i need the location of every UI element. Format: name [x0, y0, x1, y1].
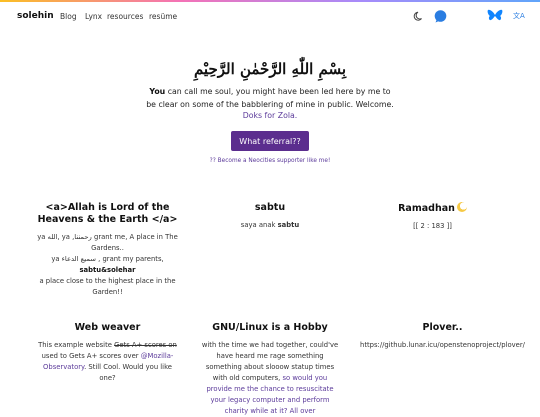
- card-allah-line2: ya سميع الدعاء , grant my parents,: [51, 255, 164, 263]
- bismillah-heading: بِسْمِ اللّٰهِ الرَّحْمٰنِ الرَّحِيْمِ: [193, 60, 347, 78]
- card-sabtu-bold: sabtu: [277, 221, 300, 229]
- what-referral-button[interactable]: What referral??: [231, 131, 309, 151]
- card-web-weaver: Web weaver This example website Gets A+ …: [35, 322, 180, 384]
- card-ramadhan: Ramadhan [[ 2 : 183 ]]: [360, 202, 505, 232]
- doks-link[interactable]: Doks for Zola.: [0, 111, 540, 120]
- card-gnu-linux: GNU/Linux is a Hobby with the time we ha…: [200, 322, 340, 417]
- card-gnu-title: GNU/Linux is a Hobby: [212, 322, 328, 333]
- butterfly-icon[interactable]: [487, 9, 503, 23]
- card-allah-line3: sabtu&solehar: [79, 266, 136, 274]
- card-ramadhan-heading: Ramadhan: [360, 202, 505, 215]
- nav-lynx[interactable]: Lynx: [85, 12, 102, 21]
- card-web-p1: This example website: [38, 341, 115, 349]
- card-sabtu-pre: saya anak: [240, 221, 278, 229]
- nav-resume[interactable]: resüme: [149, 12, 177, 21]
- card-sabtu: sabtu saya anak sabtu: [200, 202, 340, 231]
- intro-bold: You: [149, 87, 166, 96]
- card-sabtu-title: sabtu: [254, 202, 286, 213]
- card-allah-line1: ya الله, ya ,رحمننا grant me, A place in…: [37, 233, 178, 252]
- card-allah-title: <a>Allah is Lord of the Heavens & the Ea…: [37, 202, 178, 225]
- intro-body: can call me soul, you might have been le…: [146, 87, 394, 109]
- card-web-strike: Gets A+ scores on: [114, 341, 177, 349]
- chat-bubble-icon[interactable]: [434, 10, 447, 23]
- card-web-p2: used to Gets A+ scores over: [41, 352, 141, 360]
- plover-url[interactable]: https://github.lunar.icu/openstenoprojec…: [355, 340, 530, 351]
- card-ramadhan-text: [[ 2 : 183 ]]: [413, 222, 452, 230]
- neocities-link[interactable]: ?? Become a Neocities supporter like me!: [0, 158, 540, 164]
- card-gnu-text: with the time we had together, could've …: [200, 340, 340, 417]
- intro-text: You can call me soul, you might have bee…: [145, 86, 395, 111]
- card-sabtu-text: saya anak sabtu: [200, 220, 340, 231]
- nav-blog[interactable]: Blog: [60, 12, 77, 21]
- moon-icon[interactable]: [413, 10, 425, 22]
- card-web-p3: . Still Cool. Would you like one?: [84, 363, 172, 382]
- card-allah: <a>Allah is Lord of the Heavens & the Ea…: [35, 202, 180, 298]
- nav-resources[interactable]: resources: [107, 12, 143, 21]
- card-ramadhan-title: Ramadhan: [398, 203, 455, 214]
- top-gradient-bar: [0, 0, 540, 2]
- crescent-moon-icon: [456, 202, 467, 212]
- card-web-title: Web weaver: [74, 322, 141, 333]
- card-plover: Plover.. https://github.lunar.icu/openst…: [355, 322, 530, 351]
- card-web-text: This example website Gets A+ scores on u…: [35, 340, 180, 384]
- translate-icon[interactable]: 文A: [513, 11, 525, 21]
- card-allah-line4: a place close to the highest place in th…: [39, 277, 176, 296]
- site-brand[interactable]: solehin: [17, 11, 54, 21]
- card-plover-title: Plover..: [422, 322, 463, 333]
